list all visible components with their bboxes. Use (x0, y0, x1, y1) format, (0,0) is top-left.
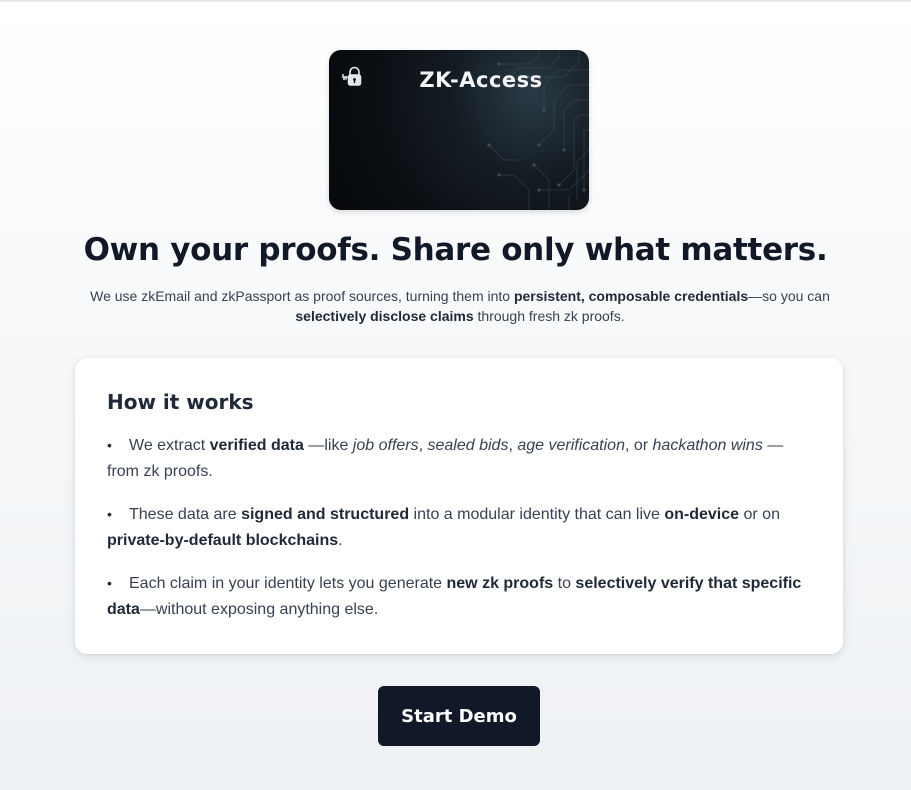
card-title: ZK-Access (419, 68, 543, 92)
bullet-icon: • (107, 575, 112, 591)
item-text: —like (303, 437, 353, 454)
start-demo-button[interactable]: Start Demo (378, 686, 540, 746)
subtitle-bold: persistent, composable credentials (513, 288, 749, 304)
item-text: , (418, 437, 428, 454)
top-divider (0, 0, 911, 2)
page-headline: Own your proofs. Share only what matters… (83, 232, 828, 268)
item-text: , or (624, 437, 653, 454)
subtitle-bold: selectively disclose claims (295, 308, 474, 324)
subtitle-text: We use zkEmail and zkPassport as proof s… (90, 288, 514, 304)
item-text: into a modular identity that can live (409, 506, 665, 523)
item-text: Each claim in your identity lets you gen… (129, 575, 447, 592)
item-text: We extract (129, 437, 210, 454)
subtitle-text: through fresh zk proofs. (473, 308, 625, 324)
item-text: , (508, 437, 518, 454)
bullet-icon: • (107, 506, 112, 522)
item-bold: verified data (209, 437, 304, 454)
zk-access-card: ZK-Access (329, 50, 589, 210)
item-text: —without exposing anything else. (139, 601, 379, 618)
page-subtitle: We use zkEmail and zkPassport as proof s… (80, 286, 840, 326)
item-bold: new zk proofs (446, 575, 554, 592)
how-it-works-title: How it works (107, 390, 254, 414)
list-item: • Each claim in your identity lets you ge… (107, 570, 811, 623)
list-item: • These data are signed and structured in… (107, 501, 811, 554)
item-bold: signed and structured (241, 506, 410, 523)
item-italic: sealed bids (427, 437, 509, 454)
subtitle-text: —so you can (748, 288, 830, 304)
bullet-icon: • (107, 437, 112, 453)
item-italic: job offers (352, 437, 419, 454)
item-bold: private-by-default blockchains (107, 532, 339, 549)
item-text: or on (739, 506, 780, 523)
how-it-works-list: • We extract verified data —like job offe… (107, 432, 811, 623)
item-text: These data are (129, 506, 242, 523)
item-italic: hackathon wins (652, 437, 763, 454)
how-it-works-panel: How it works • We extract verified data —… (75, 358, 843, 654)
item-bold: on-device (664, 506, 740, 523)
item-italic: age verification (517, 437, 625, 454)
list-item: • We extract verified data —like job offe… (107, 432, 811, 485)
item-text: . (338, 532, 343, 549)
item-text: to (553, 575, 576, 592)
